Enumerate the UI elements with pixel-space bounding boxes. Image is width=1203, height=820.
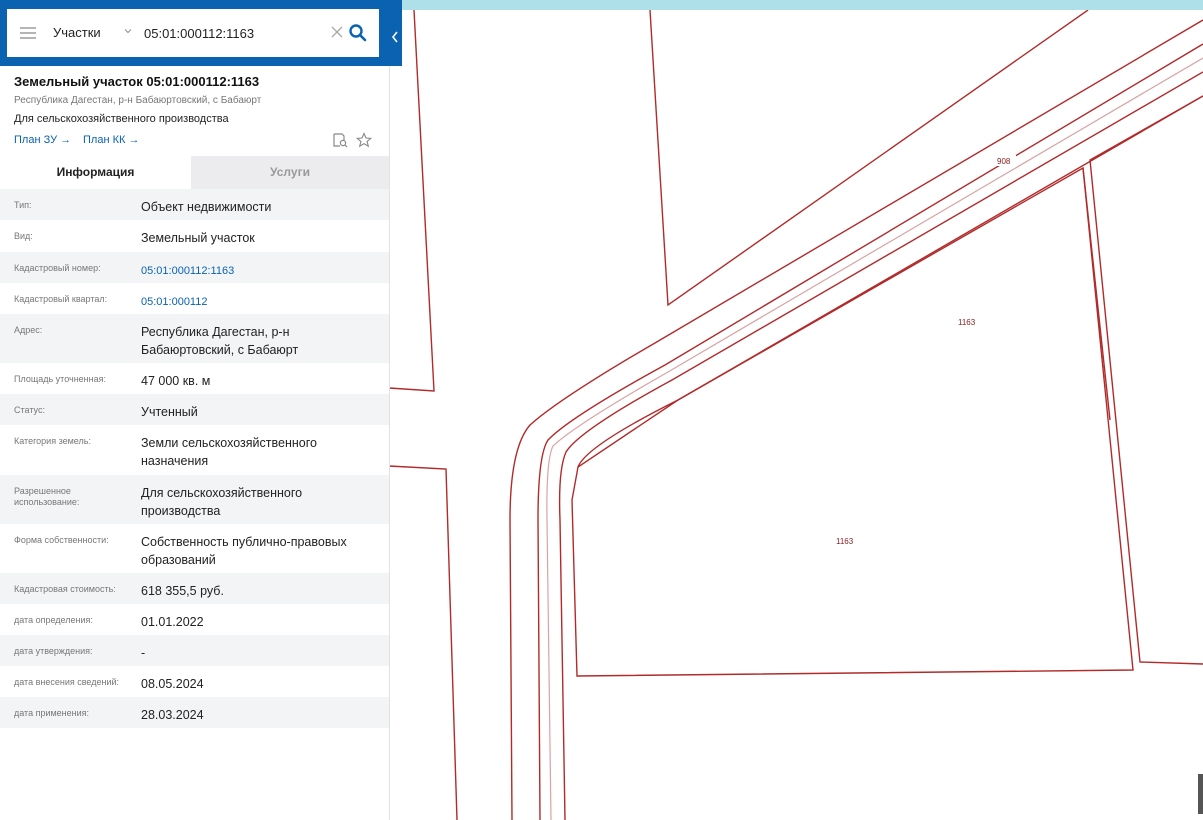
road-boundary-right-inner [558, 71, 1203, 820]
search-icon[interactable] [348, 23, 368, 43]
row-value: Учтенный [141, 405, 198, 419]
menu-icon[interactable] [20, 24, 36, 42]
row-label: Кадастровый номер: [14, 263, 101, 273]
row-value: 618 355,5 руб. [141, 584, 224, 598]
row-label: Категория земель: [14, 436, 91, 446]
row-label: Тип: [14, 200, 32, 210]
row-label: Статус: [14, 405, 45, 415]
row-label: дата утверждения: [14, 646, 93, 656]
row-value: Для сельскохозяйственного производства [141, 486, 303, 518]
row-label: Кадастровая стоимость: [14, 584, 116, 594]
row-value: Республика Дагестан, р-н Бабаюртовский, … [141, 325, 299, 357]
map-canvas[interactable]: 908 1163 1163 [389, 10, 1203, 820]
table-row: дата определения: 01.01.2022 [0, 604, 389, 635]
plan-kk-label: План КК [83, 134, 126, 146]
parcel-boundary-1163 [571, 166, 1134, 677]
collapse-panel-icon[interactable] [389, 28, 401, 46]
row-label: Форма собственности: [14, 535, 109, 545]
clear-icon[interactable] [330, 25, 344, 39]
table-row: Разрешенное использование: Для сельскохо… [0, 475, 389, 524]
cadastral-map[interactable]: 908 1163 1163 [389, 10, 1203, 820]
row-label: дата применения: [14, 708, 90, 718]
info-panel: Земельный участок 05:01:000112:1163 Респ… [0, 0, 390, 820]
arrow-right-icon: → [128, 134, 140, 146]
map-label-908: 908 [997, 157, 1011, 166]
row-value: 08.05.2024 [141, 677, 204, 691]
row-value: 01.01.2022 [141, 615, 204, 629]
parcel-boundary-right-upper [1089, 95, 1203, 665]
row-value: Объект недвижимости [141, 200, 272, 214]
row-label: дата внесения сведений: [14, 677, 119, 687]
parcel-boundary-upper-middle [649, 10, 1089, 307]
plan-zu-link[interactable]: План ЗУ → [14, 134, 71, 146]
search-box: Участки [7, 9, 379, 57]
row-label: Разрешенное использование: [14, 486, 80, 507]
table-row: Категория земель: Земли сельскохозяйстве… [0, 425, 389, 475]
chevron-down-icon[interactable] [124, 27, 132, 35]
star-icon[interactable] [356, 132, 372, 148]
tab-services[interactable]: Услуги [191, 156, 389, 189]
parcel-boundary-1163-inner [1082, 167, 1111, 421]
table-row: Кадастровая стоимость: 618 355,5 руб. [0, 573, 389, 604]
row-value: Земли сельскохозяйственного назначения [141, 436, 317, 468]
object-address: Республика Дагестан, р-н Бабаюртовский, … [14, 95, 262, 106]
road-axis-line [546, 57, 1203, 820]
table-row: дата применения: 28.03.2024 [0, 697, 389, 728]
parcel-boundary-left [389, 465, 458, 820]
object-title: Земельный участок 05:01:000112:1163 [14, 74, 260, 89]
map-label-1163-top: 1163 [958, 318, 976, 327]
table-row: Тип: Объект недвижимости [0, 189, 389, 220]
table-row: Кадастровый квартал: 05:01:000112 [0, 283, 389, 314]
plan-kk-link[interactable]: План КК → [83, 134, 139, 146]
cadastral-quarter-link[interactable]: 05:01:000112 [141, 293, 376, 311]
cadastral-number-link[interactable]: 05:01:000112:1163 [141, 262, 376, 280]
table-row: дата утверждения: - [0, 635, 389, 666]
preview-icon[interactable] [332, 132, 348, 148]
row-value: 47 000 кв. м [141, 374, 211, 388]
row-value: Земельный участок [141, 231, 255, 245]
row-label: Кадастровый квартал: [14, 294, 108, 304]
table-row: дата внесения сведений: 08.05.2024 [0, 666, 389, 697]
row-value: 28.03.2024 [141, 708, 204, 722]
parcel-boundary-top-left [389, 10, 435, 392]
map-label-1163-main: 1163 [836, 537, 854, 546]
search-input[interactable] [144, 21, 324, 45]
row-label: Адрес: [14, 325, 43, 335]
table-row: Площадь уточненная: 47 000 кв. м [0, 363, 389, 394]
property-info-table: Тип: Объект недвижимости Вид: Земельный … [0, 189, 389, 728]
table-row: Статус: Учтенный [0, 394, 389, 425]
table-row: Форма собственности: Собственность публи… [0, 524, 389, 573]
row-label: дата определения: [14, 615, 93, 625]
table-row: Вид: Земельный участок [0, 220, 389, 252]
object-purpose: Для сельскохозяйственного производства [14, 113, 229, 125]
row-value: - [141, 646, 146, 660]
search-header: Участки [0, 0, 402, 66]
road-boundary-inner [537, 43, 1203, 820]
map-labels: 908 1163 1163 [833, 155, 1016, 546]
tab-information[interactable]: Информация [0, 156, 191, 189]
map-scroll-handle[interactable] [1198, 774, 1203, 814]
row-label: Вид: [14, 231, 33, 241]
plan-zu-label: План ЗУ [14, 134, 58, 146]
row-label: Площадь уточненная: [14, 374, 106, 384]
panel-tabs: Информация Услуги [0, 156, 389, 189]
road-boundary-outer [509, 19, 1203, 820]
arrow-right-icon: → [60, 134, 72, 146]
table-row: Кадастровый номер: 05:01:000112:1163 [0, 252, 389, 283]
row-value: Собственность публично-правовых образова… [141, 535, 347, 567]
table-row: Адрес: Республика Дагестан, р-н Бабаюрто… [0, 314, 389, 363]
